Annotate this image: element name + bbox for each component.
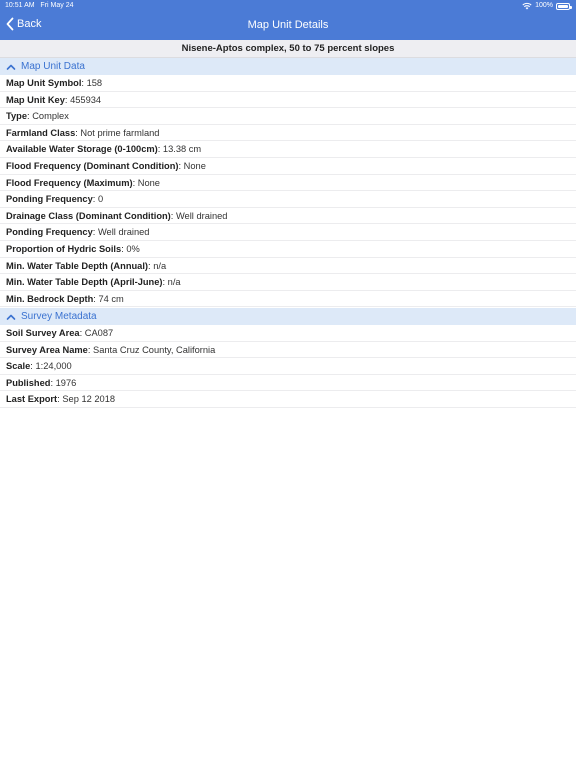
map-unit-data-list: Map Unit Symbol: 158 Map Unit Key: 455934… [0, 75, 576, 308]
field-value: 0% [126, 243, 140, 254]
page-title: Map Unit Details [247, 19, 329, 31]
field-value: 158 [86, 78, 103, 88]
battery-icon [556, 2, 572, 10]
status-time-date: 10:51 AM Fri May 24 [5, 0, 73, 12]
map-unit-name: Nisene-Aptos complex, 50 to 75 percent s… [0, 40, 576, 58]
field-value: Not prime farmland [80, 127, 160, 138]
list-item: Proportion of Hydric Soils: 0% [0, 241, 576, 258]
list-item: Flood Frequency (Dominant Condition): No… [0, 158, 576, 175]
field-value: 74 cm [98, 293, 124, 304]
section-title: Survey Metadata [21, 311, 97, 322]
field-value: 1:24,000 [35, 361, 72, 372]
field-label: Min. Bedrock Depth [6, 293, 94, 304]
field-label: Available Water Storage (0-100cm) [6, 144, 158, 155]
list-item: Ponding Frequency: 0 [0, 191, 576, 208]
field-label: Soil Survey Area [6, 328, 80, 338]
field-value: Santa Cruz County, California [93, 344, 216, 355]
battery-percent: 100% [535, 2, 553, 9]
field-label: Survey Area Name [6, 344, 88, 355]
chevron-up-icon [6, 314, 16, 320]
field-value: n/a [153, 260, 167, 271]
field-label: Ponding Frequency [6, 227, 93, 238]
list-item: Map Unit Key: 455934 [0, 92, 576, 109]
field-label: Min. Water Table Depth (April-June) [6, 277, 163, 288]
field-label: Map Unit Key [6, 94, 65, 105]
field-value: 0 [97, 194, 104, 205]
field-value: 1976 [55, 377, 77, 388]
list-item: Last Export: Sep 12 2018 [0, 391, 576, 408]
list-item: Published: 1976 [0, 375, 576, 392]
status-right: 100% [522, 0, 572, 12]
chevron-up-icon [6, 64, 16, 70]
top-bar: 10:51 AM Fri May 24 100% Back Map Unit D… [0, 0, 576, 40]
list-item: Min. Water Table Depth (Annual): n/a [0, 258, 576, 275]
field-label: Farmland Class [6, 127, 76, 138]
field-value: CA087 [84, 328, 114, 338]
field-value: Well drained [175, 210, 228, 221]
status-date: Fri May 24 [40, 2, 74, 9]
field-label: Flood Frequency (Dominant Condition) [6, 160, 179, 171]
field-value: Well drained [97, 227, 150, 238]
field-value: Sep 12 2018 [62, 394, 116, 405]
list-item: Drainage Class (Dominant Condition): Wel… [0, 208, 576, 225]
list-item: Scale: 1:24,000 [0, 358, 576, 375]
list-item: Min. Bedrock Depth: 74 cm [0, 291, 576, 308]
navigation-bar: Back Map Unit Details [0, 12, 576, 40]
field-value: None [183, 160, 206, 171]
field-label: Scale [6, 361, 31, 372]
list-item: Map Unit Symbol: 158 [0, 75, 576, 92]
survey-metadata-list: Soil Survey Area: CA087 Survey Area Name:… [0, 325, 576, 408]
field-label: Last Export [6, 394, 58, 405]
list-item: Survey Area Name: Santa Cruz County, Cal… [0, 342, 576, 359]
list-item: Ponding Frequency: Well drained [0, 224, 576, 241]
field-label: Ponding Frequency [6, 194, 93, 205]
field-label: Proportion of Hydric Soils [6, 243, 122, 254]
list-item: Flood Frequency (Maximum): None [0, 175, 576, 192]
field-value: 13.38 cm [162, 144, 202, 155]
field-label: Map Unit Symbol [6, 78, 82, 88]
list-item: Farmland Class: Not prime farmland [0, 125, 576, 142]
field-label: Published [6, 377, 51, 388]
list-item: Min. Water Table Depth (April-June): n/a [0, 274, 576, 291]
field-value: None [137, 177, 160, 188]
field-value: n/a [167, 277, 181, 288]
section-header-survey-metadata[interactable]: Survey Metadata [0, 308, 576, 325]
status-bar: 10:51 AM Fri May 24 100% [0, 0, 576, 12]
list-item: Type: Complex [0, 108, 576, 125]
field-label: Drainage Class (Dominant Condition) [6, 210, 171, 221]
field-value: 455934 [70, 94, 102, 105]
section-header-map-unit-data[interactable]: Map Unit Data [0, 58, 576, 75]
field-label: Min. Water Table Depth (Annual) [6, 260, 149, 271]
field-value: Complex [32, 111, 69, 122]
field-label: Type [6, 111, 28, 122]
wifi-icon [522, 2, 532, 10]
status-time: 10:51 AM [5, 2, 35, 9]
field-label: Flood Frequency (Maximum) [6, 177, 133, 188]
list-item: Available Water Storage (0-100cm): 13.38… [0, 141, 576, 158]
list-item: Soil Survey Area: CA087 [0, 325, 576, 342]
section-title: Map Unit Data [21, 61, 85, 72]
